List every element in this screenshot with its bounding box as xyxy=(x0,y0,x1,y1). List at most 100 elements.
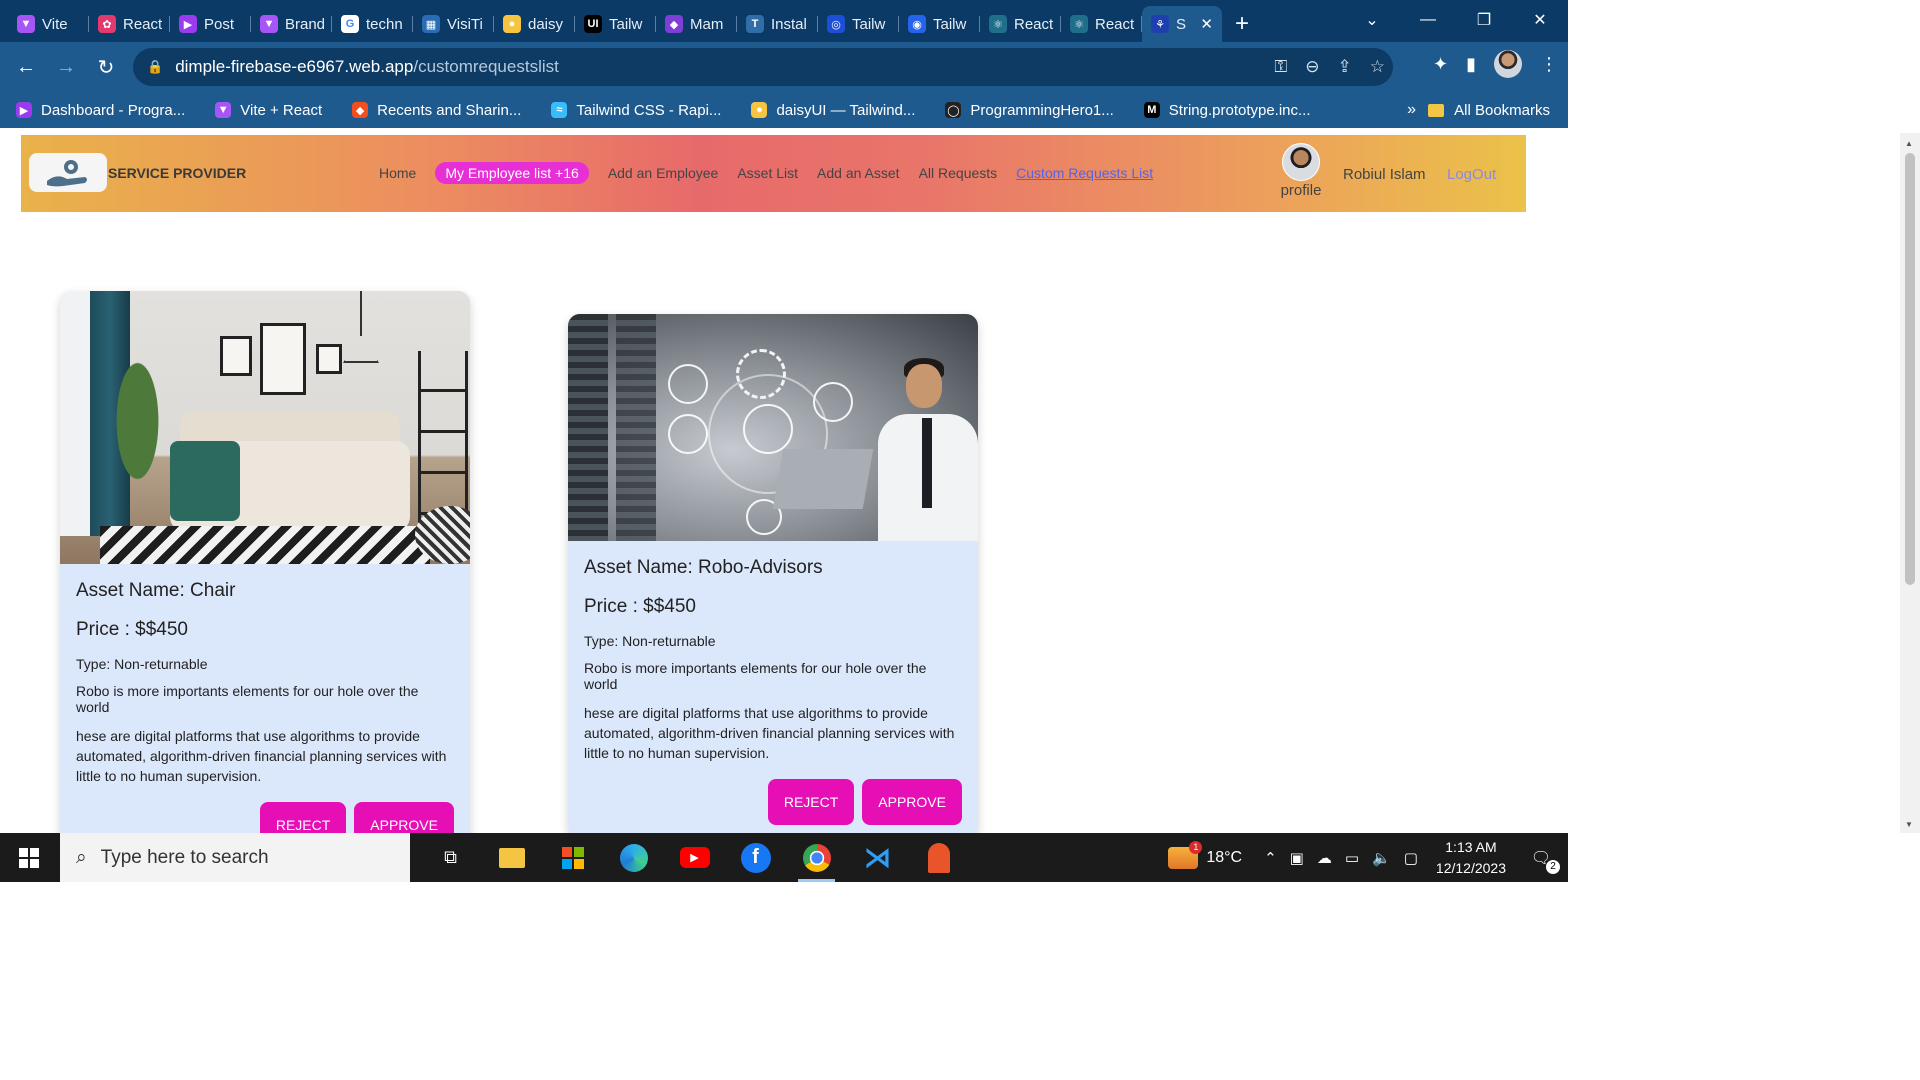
reload-icon[interactable]: ↻ xyxy=(86,47,126,87)
taskbar-search[interactable]: ⌕ Type here to search xyxy=(60,833,410,882)
chevron-up-icon[interactable]: ⌃ xyxy=(1264,849,1277,867)
share-icon[interactable]: ⇪ xyxy=(1338,57,1352,77)
browser-tab[interactable]: ▦ VisiTi xyxy=(413,6,494,42)
browser-tab[interactable]: ✿ React xyxy=(89,6,170,42)
menu-home[interactable]: Home xyxy=(379,165,416,181)
extensions-icon[interactable]: ✦ xyxy=(1433,54,1448,75)
browser-tab[interactable]: UI Tailw xyxy=(575,6,656,42)
site-logo[interactable] xyxy=(29,153,107,192)
browser-tab[interactable]: ▶ Post xyxy=(170,6,251,42)
browser-tab[interactable]: Gtechn xyxy=(332,6,413,42)
notification-icon[interactable]: 🗨 2 xyxy=(1526,848,1560,874)
tab-favicon-icon: ◎ xyxy=(827,15,845,33)
bookmark-label: Tailwind CSS - Rapi... xyxy=(576,101,722,119)
browser-tab[interactable]: ⚘ S ✕ xyxy=(1142,6,1222,42)
minimize-icon[interactable]: — xyxy=(1400,0,1456,40)
tab-label: React xyxy=(1014,15,1054,33)
asset-image-robo-advisors xyxy=(568,314,978,541)
bookmark-list: ▶ Dashboard - Progra... ▼ Vite + React ◆ Rece… xyxy=(16,102,1341,119)
tab-label: Tailw xyxy=(933,15,967,33)
tab-label: React xyxy=(123,15,163,33)
browser-tab[interactable]: ▼ Vite xyxy=(8,6,89,42)
key-icon[interactable]: ⚿ xyxy=(1274,57,1287,77)
close-window-icon[interactable]: ✕ xyxy=(1512,0,1568,40)
menu-kebab-icon[interactable]: ⋮ xyxy=(1540,54,1558,75)
reject-button[interactable]: REJECT xyxy=(767,779,855,825)
bookmark-item[interactable]: ● daisyUI — Tailwind... xyxy=(751,102,915,119)
weather-badge: 1 xyxy=(1189,840,1203,854)
bookmark-favicon-icon: ● xyxy=(751,102,768,118)
approve-button[interactable]: APPROVE xyxy=(354,802,454,833)
folder-icon xyxy=(1428,103,1445,117)
tab-list: ▼ Vite ✿ React ▶ Post ▼ Brand Gtechn ▦ VisiTi ● dais… xyxy=(0,0,1222,42)
clock[interactable]: 1:13 AM 12/12/2023 xyxy=(1436,837,1506,879)
logout-link[interactable]: LogOut xyxy=(1447,166,1496,183)
onedrive-icon[interactable]: ☁ xyxy=(1317,849,1332,867)
side-panel-icon[interactable]: ▮ xyxy=(1466,54,1476,75)
menu-all-requests[interactable]: All Requests xyxy=(919,165,998,181)
facebook-icon[interactable]: f xyxy=(725,833,786,882)
browser-profile-avatar[interactable] xyxy=(1494,50,1522,78)
weather-widget[interactable]: 1 18°C xyxy=(1168,840,1242,869)
menu-custom-requests[interactable]: Custom Requests List xyxy=(1016,165,1153,181)
browser-tab[interactable]: ● daisy xyxy=(494,6,575,42)
restore-icon[interactable]: ❐ xyxy=(1456,0,1512,40)
browser-tab[interactable]: ◉ Tailw xyxy=(899,6,980,42)
microsoft-store-icon[interactable] xyxy=(542,833,603,882)
browser-tab[interactable]: ⚛ React xyxy=(980,6,1061,42)
file-explorer-icon[interactable] xyxy=(481,833,542,882)
close-tab-icon[interactable]: ✕ xyxy=(1200,15,1213,33)
page-scrollbar[interactable]: ▲ ▼ xyxy=(1900,133,1920,833)
bookmark-label: String.prototype.inc... xyxy=(1168,101,1311,119)
task-view-icon[interactable]: ⧉ xyxy=(420,833,481,882)
bookmark-item[interactable]: M String.prototype.inc... xyxy=(1143,101,1311,119)
profile-label: profile xyxy=(1280,182,1322,199)
scroll-down-icon[interactable]: ▼ xyxy=(1905,820,1913,829)
bookmarks-overflow-icon[interactable]: » xyxy=(1407,101,1416,119)
tab-search-icon[interactable]: ⌄ xyxy=(1344,0,1400,40)
asset-price: Price : $$450 xyxy=(584,596,696,617)
address-bar[interactable]: 🔒 dimple-firebase-e6967.web.app/customre… xyxy=(133,48,1393,86)
browser-tab[interactable]: ▼ Brand xyxy=(251,6,332,42)
menu-add-employee[interactable]: Add an Employee xyxy=(608,165,719,181)
zoom-icon[interactable]: ⊖ xyxy=(1305,57,1319,77)
browser-tab[interactable]: ⚛ React xyxy=(1061,6,1142,42)
menu-employee-list[interactable]: My Employee list +16 xyxy=(435,162,589,184)
bookmark-item[interactable]: ▼ Vite + React xyxy=(215,102,322,119)
vscode-icon[interactable]: ⋊ xyxy=(847,833,908,882)
browser-toolbar: ← → ↻ 🔒 dimple-firebase-e6967.web.app/cu… xyxy=(0,42,1568,92)
profile[interactable]: profile xyxy=(1279,143,1323,199)
bookmark-item[interactable]: ◯ ProgrammingHero1... xyxy=(945,101,1114,119)
bookmark-favicon-icon: M xyxy=(1143,102,1160,118)
volume-icon[interactable]: 🔈 xyxy=(1372,849,1391,867)
avatar[interactable] xyxy=(1282,143,1320,181)
menu-add-asset[interactable]: Add an Asset xyxy=(817,165,900,181)
asset-tagline: Robo is more importants elements for our… xyxy=(76,683,419,715)
bookmark-label: ProgrammingHero1... xyxy=(970,101,1114,119)
browser-tab[interactable]: ◎ Tailw xyxy=(818,6,899,42)
network-icon[interactable]: ▢ xyxy=(1404,849,1418,867)
meet-icon[interactable]: ▣ xyxy=(1290,849,1304,867)
reject-button[interactable]: REJECT xyxy=(259,802,347,833)
menu-asset-list[interactable]: Asset List xyxy=(737,165,798,181)
forward-icon[interactable]: → xyxy=(46,47,86,87)
start-button[interactable] xyxy=(0,833,58,882)
back-icon[interactable]: ← xyxy=(6,47,46,87)
search-placeholder: Type here to search xyxy=(100,846,269,868)
bookmark-item[interactable]: ≈ Tailwind CSS - Rapi... xyxy=(551,102,721,119)
app-icon[interactable] xyxy=(908,833,969,882)
youtube-icon[interactable]: ▶ xyxy=(664,833,725,882)
bookmark-star-icon[interactable]: ☆ xyxy=(1370,57,1385,77)
new-tab-button[interactable]: + xyxy=(1222,6,1262,42)
battery-icon[interactable]: ▭ xyxy=(1345,849,1359,867)
edge-icon[interactable] xyxy=(603,833,664,882)
bookmark-item[interactable]: ▶ Dashboard - Progra... xyxy=(16,102,185,119)
scroll-up-icon[interactable]: ▲ xyxy=(1905,139,1913,148)
bookmark-item[interactable]: ◆ Recents and Sharin... xyxy=(352,102,521,119)
browser-tab[interactable]: ◆ Mam xyxy=(656,6,737,42)
approve-button[interactable]: APPROVE xyxy=(862,779,962,825)
chrome-icon[interactable] xyxy=(786,833,847,882)
scrollbar-thumb[interactable] xyxy=(1905,153,1915,585)
all-bookmarks[interactable]: All Bookmarks xyxy=(1428,102,1550,119)
browser-tab[interactable]: T Instal xyxy=(737,6,818,42)
